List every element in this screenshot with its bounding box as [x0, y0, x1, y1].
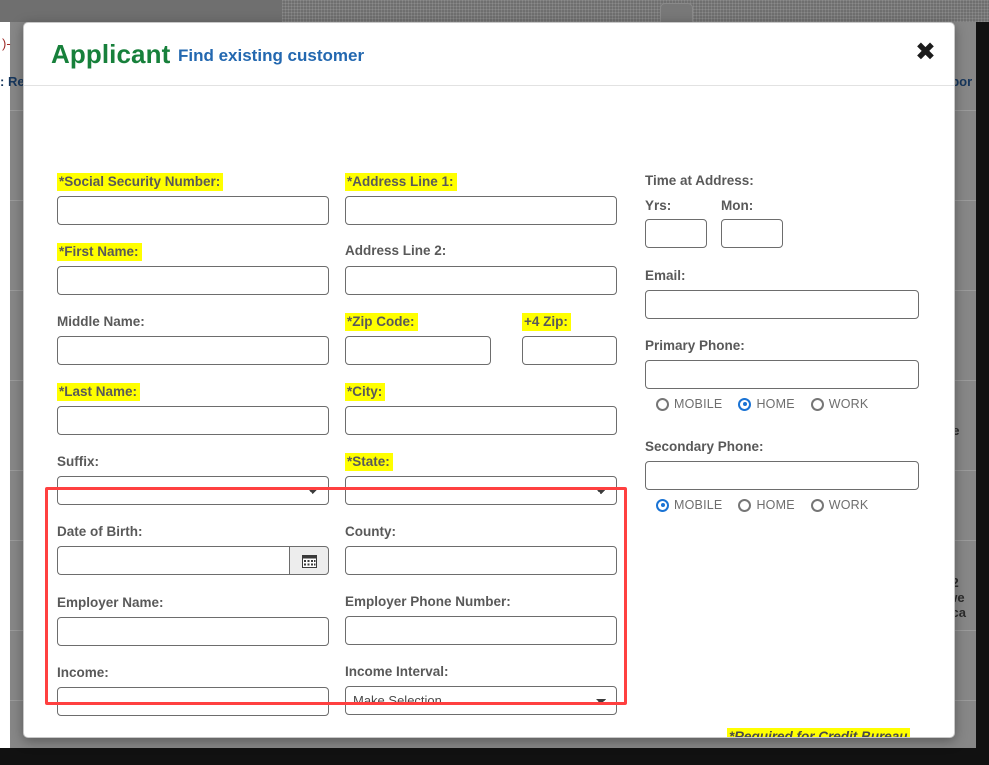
required-for-credit-bureau-note: *Required for Credit Bureau [727, 728, 910, 737]
address-line-2-input[interactable] [345, 266, 617, 295]
state-label: *State: [345, 453, 393, 471]
applicant-modal: Applicant Find existing customer ✖ *Soci… [23, 22, 955, 738]
last-name-label: *Last Name: [57, 383, 141, 401]
primary-phone-input[interactable] [645, 360, 919, 389]
window-edge-right [976, 22, 989, 765]
email-input[interactable] [645, 290, 919, 319]
page-root: )- : Re epor k rse n e o 2 ewe ifica App… [0, 0, 989, 765]
zip-plus-four-input[interactable] [522, 336, 617, 365]
middle-name-input[interactable] [57, 336, 329, 365]
income-interval-label: Income Interval: [345, 664, 449, 679]
employer-phone-input[interactable] [345, 616, 617, 645]
radio-label: MOBILE [674, 397, 723, 411]
date-of-birth-label: Date of Birth: [57, 524, 143, 539]
radio-icon [810, 498, 824, 512]
email-label: Email: [645, 268, 686, 283]
time-at-address-label: Time at Address: [645, 173, 754, 188]
secondary-phone-label: Secondary Phone: [645, 439, 764, 454]
window-edge-bottom [0, 748, 989, 765]
radio-label: HOME [756, 397, 795, 411]
address-line-1-label: *Address Line 1: [345, 173, 457, 191]
secondary-phone-type-home[interactable]: HOME [738, 498, 795, 512]
years-input[interactable] [645, 219, 707, 248]
calendar-icon[interactable] [289, 546, 329, 575]
primary-phone-type-home[interactable]: HOME [738, 397, 795, 411]
primary-phone-type-work[interactable]: WORK [810, 397, 869, 411]
zip-code-input[interactable] [345, 336, 491, 365]
county-label: County: [345, 524, 396, 539]
months-label: Mon: [721, 198, 754, 213]
years-label: Yrs: [645, 198, 672, 213]
city-input[interactable] [345, 406, 617, 435]
city-label: *City: [345, 383, 386, 401]
income-interval-select[interactable]: Make Selection [345, 686, 617, 715]
background-chrome-texture [282, 0, 989, 22]
state-select[interactable] [345, 476, 617, 505]
months-input[interactable] [721, 219, 783, 248]
first-name-label: *First Name: [57, 243, 142, 261]
radio-label: WORK [828, 498, 869, 512]
secondary-phone-type-group: MOBILE HOME WORK [656, 498, 884, 512]
last-name-input[interactable] [57, 406, 329, 435]
primary-phone-type-mobile[interactable]: MOBILE [656, 397, 722, 411]
middle-name-label: Middle Name: [57, 314, 145, 329]
ssn-label: *Social Security Number: [57, 173, 224, 191]
modal-body: *Social Security Number: *First Name: Mi… [24, 86, 954, 737]
zip-plus-four-label: +4 Zip: [522, 313, 571, 331]
address-line-2-label: Address Line 2: [345, 243, 447, 258]
secondary-phone-type-mobile[interactable]: MOBILE [656, 498, 722, 512]
radio-icon [738, 498, 752, 512]
ssn-input[interactable] [57, 196, 329, 225]
radio-icon [810, 397, 824, 411]
modal-header: Applicant Find existing customer ✖ [24, 23, 954, 86]
secondary-phone-type-work[interactable]: WORK [810, 498, 869, 512]
primary-phone-type-group: MOBILE HOME WORK [656, 397, 884, 411]
address-line-1-input[interactable] [345, 196, 617, 225]
suffix-select[interactable] [57, 476, 329, 505]
background-browser-tab[interactable] [660, 3, 693, 22]
employer-phone-label: Employer Phone Number: [345, 594, 511, 609]
background-text-fragment: : Re [0, 74, 25, 89]
close-icon[interactable]: ✖ [915, 39, 936, 65]
employer-name-label: Employer Name: [57, 595, 164, 610]
employer-name-input[interactable] [57, 617, 329, 646]
date-of-birth-input[interactable] [57, 546, 289, 575]
income-label: Income: [57, 665, 109, 680]
first-name-input[interactable] [57, 266, 329, 295]
secondary-phone-input[interactable] [645, 461, 919, 490]
background-left-strip [0, 22, 10, 748]
county-input[interactable] [345, 546, 617, 575]
radio-icon-selected [738, 397, 752, 411]
employment-title-label: Employment Title: [57, 735, 174, 737]
radio-label: MOBILE [674, 498, 723, 512]
date-of-birth-group [57, 546, 329, 575]
suffix-label: Suffix: [57, 454, 99, 469]
find-existing-customer-link[interactable]: Find existing customer [178, 46, 364, 66]
background-text-fragment: )- [2, 36, 11, 51]
primary-phone-label: Primary Phone: [645, 338, 745, 353]
income-input[interactable] [57, 687, 329, 716]
radio-label: HOME [756, 498, 795, 512]
page-title: Applicant [51, 39, 171, 69]
radio-icon [656, 397, 669, 411]
zip-code-label: *Zip Code: [345, 313, 418, 331]
radio-label: WORK [828, 397, 869, 411]
radio-icon-selected [656, 498, 669, 512]
